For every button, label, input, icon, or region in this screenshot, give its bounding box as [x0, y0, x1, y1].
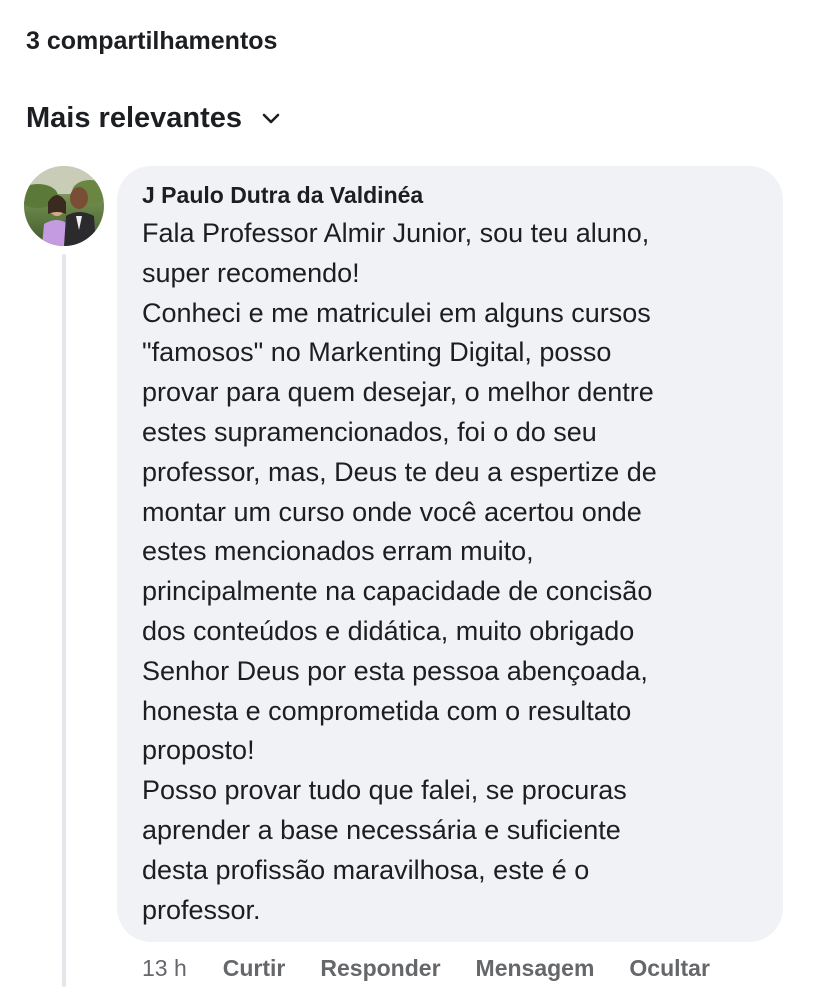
share-count[interactable]: 3 compartilhamentos	[26, 25, 277, 57]
reply-button[interactable]: Responder	[320, 952, 440, 984]
comment-sort-label: Mais relevantes	[26, 102, 243, 134]
message-button[interactable]: Mensagem	[476, 952, 595, 984]
avatar[interactable]	[24, 166, 104, 246]
comment-sort-dropdown[interactable]: Mais relevantes	[26, 100, 282, 136]
profile-photo-icon	[24, 166, 104, 246]
comment-line: estes supramencionados, foi o do seu	[142, 416, 597, 447]
comment-line: estes mencionados erram muito,	[142, 536, 534, 567]
comment-line: Conheci e me matriculei em alguns cursos	[142, 297, 651, 328]
comment-line: Fala Professor Almir Junior, sou teu alu…	[142, 218, 650, 248]
comment-actions: 13 h Curtir Responder Mensagem Ocultar	[142, 952, 745, 984]
like-button[interactable]: Curtir	[223, 952, 286, 984]
comment-author[interactable]: J Paulo Dutra da Valdinéa	[142, 180, 763, 210]
comment-line: desta profissão maravilhosa, este é o	[142, 854, 590, 885]
comment-line: honesta e comprometida com o resultato	[142, 695, 632, 726]
comment-line: professor.	[142, 894, 261, 925]
comment-line: Posso provar tudo que falei, se procuras	[142, 775, 627, 806]
chevron-down-icon	[262, 113, 280, 124]
comment-line: professor, mas, Deus te deu a espertize …	[142, 456, 657, 487]
comment-timestamp[interactable]: 13 h	[142, 952, 187, 984]
comment-line: proposto!	[142, 735, 255, 766]
thread-line	[62, 254, 66, 987]
hide-button[interactable]: Ocultar	[629, 952, 710, 984]
comment-line: dos conteúdos e didática, muito obrigado	[142, 615, 635, 646]
comment-line: aprender a base necessária e suficiente	[142, 814, 621, 845]
comment-line: "famosos" no Markenting Digital, posso	[142, 337, 612, 368]
comment-text: Fala Professor Almir Junior, sou teu alu…	[142, 214, 763, 930]
comment-line: Senhor Deus por esta pessoa abençoada,	[142, 655, 648, 686]
comment-line: montar um curso onde você acertou onde	[142, 496, 642, 527]
comment-line: provar para quem desejar, o melhor dentr…	[142, 377, 654, 408]
comment-bubble: J Paulo Dutra da Valdinéa Fala Professor…	[117, 166, 783, 942]
comment-line: super recomendo!	[142, 257, 360, 288]
comment-line: principalmente na capacidade de concisão	[142, 576, 653, 607]
